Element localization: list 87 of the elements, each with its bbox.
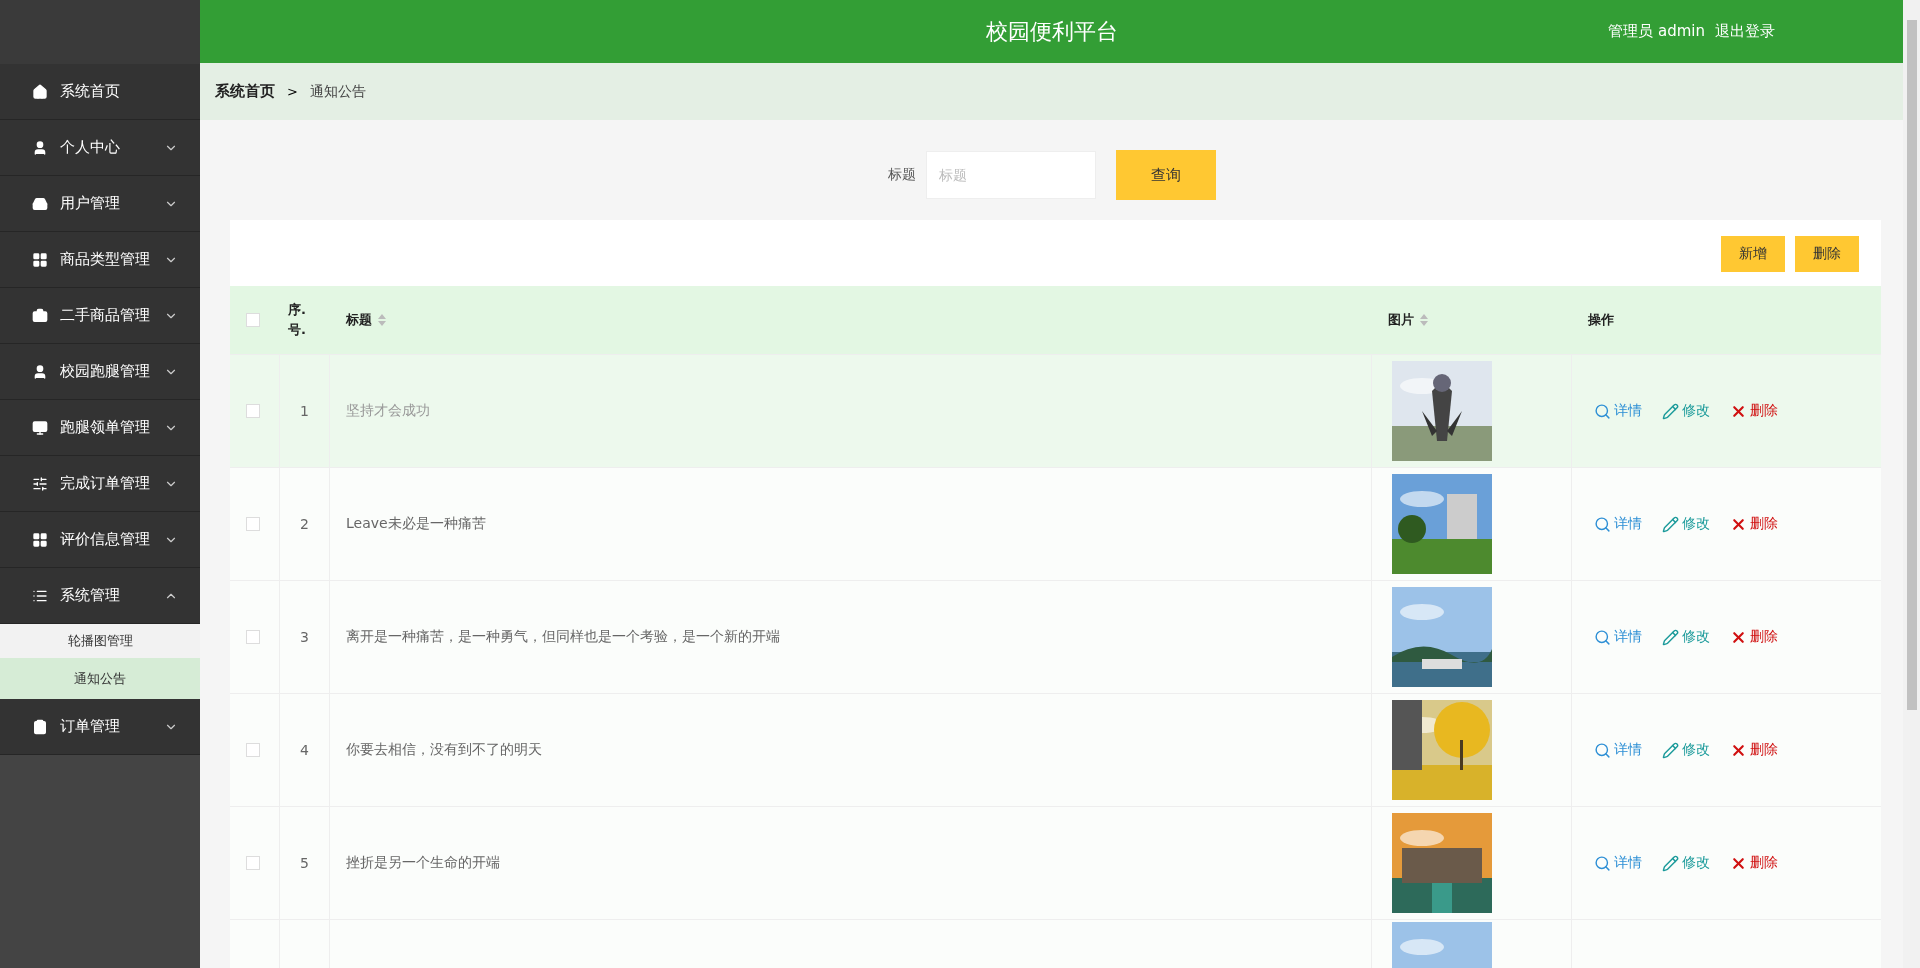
- breadcrumb-item: 通知公告: [309, 82, 366, 101]
- person-icon: [32, 363, 48, 380]
- sidebar-item[interactable]: 系统管理: [0, 568, 200, 624]
- sidebar-item[interactable]: 系统首页: [0, 64, 200, 120]
- detail-link[interactable]: 详情: [1594, 402, 1642, 420]
- checkbox[interactable]: [246, 743, 260, 757]
- table-cell: 离开是一种痛苦，是一种勇气，但同样也是一个考验，是一个新的开端: [346, 628, 780, 646]
- search-icon: [1594, 628, 1611, 646]
- column-header[interactable]: 标题: [346, 311, 372, 329]
- search-icon: [1594, 854, 1611, 872]
- pencil-icon: [1662, 741, 1679, 759]
- breadcrumb-separator: >: [287, 84, 298, 99]
- checkbox[interactable]: [246, 404, 260, 418]
- table-row[interactable]: 4 你要去相信，没有到不了的明天 详情 修改 删除: [230, 693, 1881, 806]
- search-icon: [1594, 402, 1611, 420]
- scrollbar-thumb[interactable]: [1906, 20, 1917, 710]
- checkbox[interactable]: [246, 517, 260, 531]
- sidebar-item[interactable]: 完成订单管理: [0, 456, 200, 512]
- detail-link[interactable]: 详情: [1594, 628, 1642, 646]
- edit-link[interactable]: 修改: [1662, 515, 1710, 533]
- search-button[interactable]: 查询: [1115, 150, 1216, 200]
- table-cell: 3: [300, 629, 309, 645]
- detail-link[interactable]: 详情: [1594, 854, 1642, 872]
- checkbox[interactable]: [246, 856, 260, 870]
- breadcrumb-item[interactable]: 系统首页: [215, 82, 275, 101]
- checkbox[interactable]: [246, 630, 260, 644]
- table-cell: 坚持才会成功: [346, 402, 430, 420]
- edit-link[interactable]: 修改: [1662, 628, 1710, 646]
- grid-icon: [32, 251, 48, 268]
- add-button[interactable]: 新增: [1721, 236, 1785, 272]
- logout-link[interactable]: 退出登录: [1715, 22, 1775, 41]
- user-label: 管理员 admin: [1608, 22, 1705, 41]
- home-icon: [32, 83, 48, 100]
- delete-link[interactable]: 删除: [1730, 515, 1778, 533]
- table-cell: 5: [300, 855, 309, 871]
- briefcase-icon: [32, 307, 48, 324]
- sort-icon[interactable]: [1420, 314, 1428, 326]
- tray-icon: [32, 195, 48, 212]
- table-cell: 1: [300, 403, 309, 419]
- sidebar-item[interactable]: 跑腿领单管理: [0, 400, 200, 456]
- sidebar-item[interactable]: 个人中心: [0, 120, 200, 176]
- pencil-icon: [1662, 854, 1679, 872]
- sidebar-item[interactable]: 用户管理: [0, 176, 200, 232]
- delete-link[interactable]: 删除: [1730, 402, 1778, 420]
- user-icon: [32, 139, 48, 156]
- pencil-icon: [1662, 628, 1679, 646]
- checkbox[interactable]: [246, 313, 260, 327]
- sidebar-item[interactable]: 订单管理: [0, 699, 200, 755]
- delete-link[interactable]: 删除: [1730, 741, 1778, 759]
- table-cell: 挫折是另一个生命的开端: [346, 854, 500, 872]
- delete-link[interactable]: 删除: [1730, 628, 1778, 646]
- search-field[interactable]: 标题: [925, 151, 1096, 199]
- search-icon: [1594, 741, 1611, 759]
- column-header: 序.号.: [288, 301, 306, 339]
- sidebar-item[interactable]: 商品类型管理: [0, 232, 200, 288]
- submenu-item[interactable]: 通知公告: [0, 658, 200, 699]
- column-header: 操作: [1588, 311, 1614, 329]
- table-row[interactable]: 1 坚持才会成功 详情 修改 删除: [230, 354, 1881, 467]
- site-title: 校园便利平台: [985, 17, 1118, 46]
- monitor-icon: [32, 419, 48, 436]
- table-row[interactable]: 2 Leave未必是一种痛苦 详情 修改 删除: [230, 467, 1881, 580]
- sliders-icon: [32, 475, 48, 492]
- grid-icon: [32, 531, 48, 548]
- pencil-icon: [1662, 515, 1679, 533]
- sidebar-item[interactable]: 校园跑腿管理: [0, 344, 200, 400]
- detail-link[interactable]: 详情: [1594, 741, 1642, 759]
- detail-link[interactable]: 详情: [1594, 515, 1642, 533]
- table-cell: 你要去相信，没有到不了的明天: [346, 741, 542, 759]
- search-icon: [1594, 515, 1611, 533]
- table-cell: 2: [300, 516, 309, 532]
- clipboard-icon: [32, 718, 48, 735]
- column-header[interactable]: 图片: [1388, 311, 1414, 329]
- pencil-icon: [1662, 402, 1679, 420]
- table-row[interactable]: 5 挫折是另一个生命的开端 详情 修改 删除: [230, 806, 1881, 919]
- edit-link[interactable]: 修改: [1662, 854, 1710, 872]
- sidebar-item[interactable]: 评价信息管理: [0, 512, 200, 568]
- table-cell: Leave未必是一种痛苦: [346, 515, 486, 533]
- submenu-item[interactable]: 轮播图管理: [0, 624, 200, 658]
- table-cell: 4: [300, 742, 309, 758]
- sort-icon[interactable]: [378, 314, 386, 326]
- edit-link[interactable]: 修改: [1662, 741, 1710, 759]
- delete-button[interactable]: 删除: [1795, 236, 1859, 272]
- search-label: 标题: [887, 166, 916, 184]
- delete-link[interactable]: 删除: [1730, 854, 1778, 872]
- edit-link[interactable]: 修改: [1662, 402, 1710, 420]
- table-row[interactable]: 3 离开是一种痛苦，是一种勇气，但同样也是一个考验，是一个新的开端 详情 修改 删除: [230, 580, 1881, 693]
- sidebar-item[interactable]: 二手商品管理: [0, 288, 200, 344]
